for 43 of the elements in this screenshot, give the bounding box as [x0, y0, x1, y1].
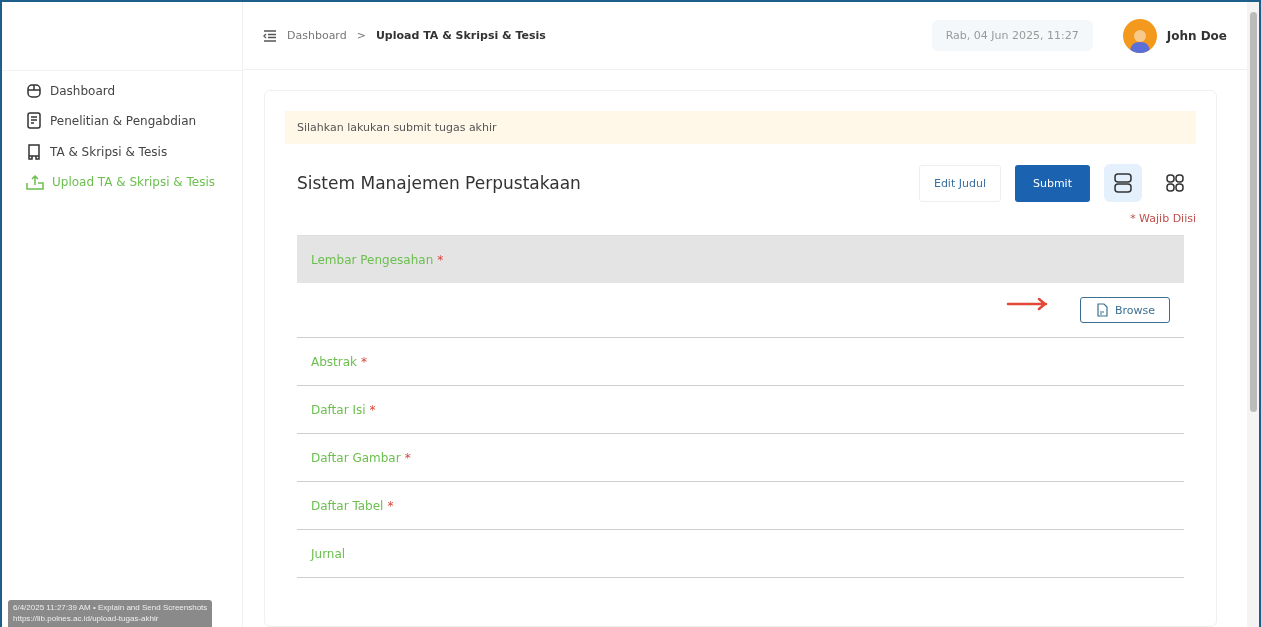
edit-title-button[interactable]: Edit Judul — [918, 164, 1001, 202]
required-mark: * — [387, 498, 394, 513]
submit-button[interactable]: Submit — [1014, 164, 1090, 202]
breadcrumb-separator: > — [356, 29, 366, 42]
breadcrumb-item[interactable]: Dashboard — [287, 29, 347, 42]
tooltip: 6/4/2025 11:27:39 AM • Explain and Send Screenshots https://lib.polnes.ac.id/upload-tugas-akhir — [8, 600, 213, 627]
avatar[interactable] — [1122, 18, 1157, 53]
section-label: Abstrak — [311, 354, 358, 369]
section-label: Daftar Gambar — [311, 450, 401, 465]
sidebar-item[interactable]: Penelitian & Pengabdian — [26, 112, 242, 130]
arrow-icon — [1005, 297, 1050, 311]
required-note: * Wajib Diisi — [1129, 211, 1196, 227]
required-mark: * — [404, 450, 411, 465]
view-toggle-button[interactable] — [1104, 164, 1142, 202]
section-label: Daftar Isi — [311, 402, 366, 417]
document-icon — [1094, 303, 1109, 317]
book-icon — [26, 143, 42, 161]
page-title: Sistem Manajemen Perpustakaan — [297, 173, 582, 193]
upload-icon — [26, 174, 44, 190]
section-header[interactable]: Daftar Isi * — [297, 386, 1184, 433]
section-label: Lembar Pengesahan — [311, 252, 434, 267]
document-icon — [26, 112, 42, 130]
breadcrumb-item: Upload TA & Skripsi & Tesis — [375, 29, 546, 42]
sidebar-item[interactable]: Dashboard — [26, 83, 242, 99]
section-header[interactable]: Abstrak * — [297, 338, 1184, 385]
browse-button[interactable]: Browse — [1079, 297, 1170, 323]
list-view-icon — [1113, 172, 1133, 194]
menu-icon[interactable] — [263, 29, 277, 42]
required-mark: * — [369, 402, 376, 417]
section-label: Daftar Tabel — [311, 498, 384, 513]
dashboard-icon — [26, 83, 42, 99]
date-time: Rab, 04 Jun 2025, 11:27 — [931, 20, 1093, 51]
sidebar-item[interactable]: TA & Skripsi & Tesis — [26, 143, 242, 161]
section-header[interactable]: Lembar Pengesahan * — [297, 236, 1184, 283]
scrollbar[interactable] — [1247, 2, 1259, 627]
section-label: Jurnal — [311, 546, 346, 561]
section-header[interactable]: Daftar Gambar * — [297, 434, 1184, 481]
required-mark: * — [361, 354, 368, 369]
grid-view-icon — [1165, 173, 1185, 193]
section-header[interactable]: Daftar Tabel * — [297, 482, 1184, 529]
alert-message: Silahkan lakukan submit tugas akhir — [285, 111, 1196, 144]
user-name[interactable]: John Doe — [1166, 28, 1227, 43]
required-mark: * — [437, 252, 444, 267]
